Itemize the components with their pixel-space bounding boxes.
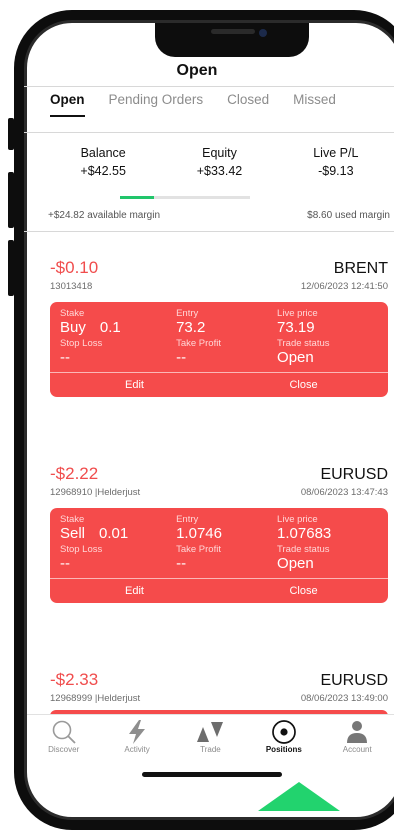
used-margin: $8.60 used margin (307, 210, 390, 221)
live-price-label: Live price (277, 514, 318, 525)
nav-activity[interactable]: Activity (102, 715, 172, 765)
account-stats: Balance +$42.55 Equity +$33.42 Live P/L … (45, 146, 394, 178)
trade-side: Sell (60, 525, 86, 542)
nav-discover[interactable]: Discover (29, 715, 99, 765)
tab-open[interactable]: Open (50, 88, 85, 117)
page-title: Open (176, 62, 218, 79)
margin-divider (24, 231, 394, 232)
nav-positions-label: Positions (265, 745, 302, 754)
front-camera (259, 29, 267, 37)
trade-status-label: Trade status (277, 544, 330, 555)
trade-status-value: Open (277, 555, 314, 572)
equity-label: Equity (202, 146, 237, 160)
margin-progress-fill (120, 196, 154, 199)
stop-loss-label: Stop Loss (60, 544, 103, 555)
app-screen: Open Open Pending Orders Closed Missed B… (0, 0, 394, 811)
person-icon (322, 719, 392, 745)
header-divider (24, 86, 394, 87)
trade-datetime: 12/06/2023 12:41:50 (300, 281, 388, 292)
trade-datetime: 08/06/2023 13:49:00 (300, 693, 388, 704)
entry-label: Entry (176, 514, 199, 525)
live-price-value: 73.19 (277, 319, 315, 336)
stop-loss-value: -- (60, 555, 70, 572)
balance-label: Balance (80, 146, 126, 160)
trade-pl: -$2.33 (50, 670, 99, 689)
trade-stake: 0.1 (99, 319, 121, 336)
trade-id: 12968910 |Helderjust (50, 487, 141, 498)
balance-value: +$42.55 (80, 164, 126, 178)
stop-loss-label: Stop Loss (60, 338, 103, 349)
trade-id: 13013418 (50, 281, 93, 292)
trade-datetime: 08/06/2023 13:47:43 (300, 487, 388, 498)
stake-label: Stake (60, 308, 85, 319)
bottom-nav: Discover Activity Trade Positions Accoun… (27, 714, 394, 765)
nav-activity-label: Activity (124, 745, 150, 754)
tab-missed[interactable]: Missed (293, 88, 336, 112)
home-indicator (142, 772, 282, 777)
take-profit-label: Take Profit (176, 338, 221, 349)
trade-pl: -$2.22 (50, 464, 99, 483)
trade-arrows-icon (175, 719, 245, 745)
equity-value: +$33.42 (196, 164, 243, 178)
trade-side: Buy (60, 319, 86, 336)
lightning-icon (102, 719, 172, 745)
nav-account-label: Account (342, 745, 372, 754)
tab-bar: Open Pending Orders Closed Missed (50, 88, 394, 117)
entry-label: Entry (176, 308, 199, 319)
close-button[interactable]: Close (219, 579, 388, 603)
entry-value: 1.0746 (176, 525, 222, 542)
live-pl-label: Live P/L (313, 146, 359, 160)
trade-status-label: Trade status (277, 338, 330, 349)
stake-value: Sell 0.01 (60, 525, 176, 542)
live-pl-stat: Live P/L -$9.13 (278, 146, 394, 178)
stop-loss-value: -- (60, 349, 70, 366)
trade-item[interactable]: -$2.33 EURUSD 12968999 |Helderjust 08/06… (50, 670, 388, 716)
stake-value: Buy 0.1 (60, 319, 176, 336)
take-profit-value: -- (176, 349, 187, 366)
speaker (211, 29, 255, 34)
tabs-divider (24, 132, 394, 133)
trade-card: Stake Entry Live price Sell 0.01 1.0746 … (50, 508, 388, 603)
edit-button[interactable]: Edit (50, 373, 219, 397)
nav-trade[interactable]: Trade (175, 715, 245, 765)
take-profit-value: -- (176, 555, 187, 572)
entry-value: 73.2 (176, 319, 206, 336)
search-icon (29, 719, 99, 745)
live-pl-value: -$9.13 (318, 164, 354, 178)
equity-stat: Equity +$33.42 (161, 146, 277, 178)
take-profit-label: Take Profit (176, 544, 221, 555)
tab-closed[interactable]: Closed (227, 88, 269, 112)
nav-account[interactable]: Account (322, 715, 392, 765)
trade-item[interactable]: -$2.22 EURUSD 12968910 |Helderjust 08/06… (50, 464, 388, 603)
available-margin: +$24.82 available margin (48, 210, 161, 221)
tab-pending-orders[interactable]: Pending Orders (109, 88, 204, 112)
trade-card: Stake Entry Live price Buy 0.1 73.2 73.1… (50, 302, 388, 397)
positions-icon (249, 719, 319, 745)
live-price-value: 1.07683 (277, 525, 332, 542)
nav-discover-label: Discover (48, 745, 80, 754)
margin-progress-bar (120, 196, 250, 199)
trade-pl: -$0.10 (50, 258, 99, 277)
balance-stat: Balance +$42.55 (45, 146, 161, 178)
notch (155, 23, 309, 57)
trade-status-value: Open (277, 349, 314, 366)
stake-label: Stake (60, 514, 85, 525)
trade-symbol: EURUSD (320, 466, 388, 483)
margin-row: +$24.82 available margin $8.60 used marg… (48, 210, 390, 221)
nav-positions[interactable]: Positions (249, 715, 319, 765)
trade-item[interactable]: -$0.10 BRENT 13013418 12/06/2023 12:41:5… (50, 258, 388, 397)
trade-stake: 0.01 (99, 525, 129, 542)
trade-symbol: BRENT (333, 260, 388, 277)
close-button[interactable]: Close (219, 373, 388, 397)
trade-symbol: EURUSD (320, 672, 388, 689)
edit-button[interactable]: Edit (50, 579, 219, 603)
green-arrow-icon (258, 782, 340, 811)
nav-trade-label: Trade (200, 745, 221, 754)
live-price-label: Live price (277, 308, 318, 319)
trade-id: 12968999 |Helderjust (50, 693, 141, 704)
